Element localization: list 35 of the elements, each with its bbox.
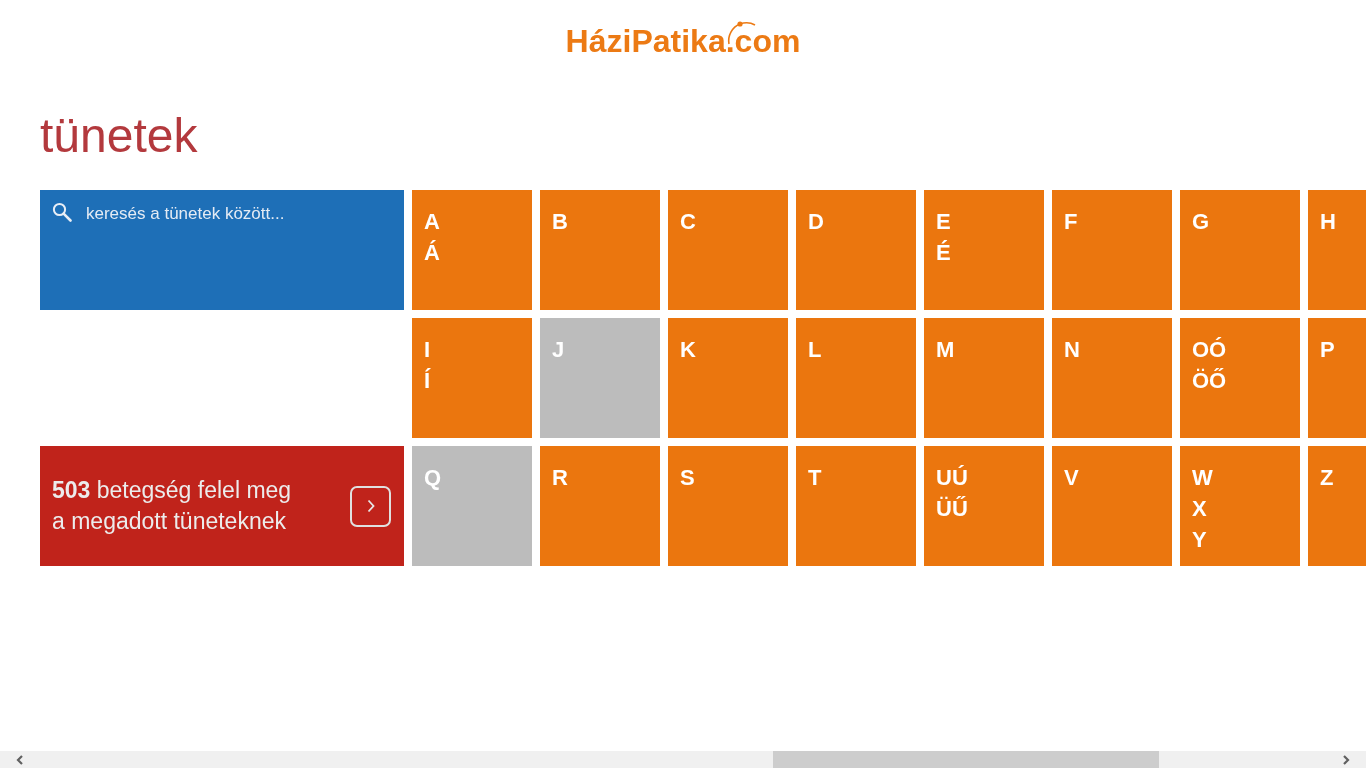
letter-tile[interactable]: G xyxy=(1180,190,1300,310)
letter-tile[interactable]: B xyxy=(540,190,660,310)
letter-tile[interactable]: E É xyxy=(924,190,1044,310)
letter-tile[interactable]: K xyxy=(668,318,788,438)
letter-tile[interactable]: N xyxy=(1052,318,1172,438)
letter-tile: Q xyxy=(412,446,532,566)
site-logo[interactable]: HáziPatika.com xyxy=(565,22,801,60)
next-button[interactable] xyxy=(350,485,391,527)
letter-tile[interactable]: A Á xyxy=(412,190,532,310)
letter-tile[interactable]: S xyxy=(668,446,788,566)
chevron-right-icon xyxy=(1342,754,1350,765)
letter-tile[interactable]: V xyxy=(1052,446,1172,566)
letter-tile[interactable]: H xyxy=(1308,190,1366,310)
search-field[interactable]: keresés a tünetek között... xyxy=(86,202,392,226)
chevron-right-icon xyxy=(366,499,375,513)
results-text: 503 betegség felel meg a megadott tüneteknek xyxy=(52,476,293,536)
letter-tile[interactable]: W X Y xyxy=(1180,446,1300,566)
letter-tile[interactable]: F xyxy=(1052,190,1172,310)
letter-tile[interactable]: L xyxy=(796,318,916,438)
letter-tile[interactable]: M xyxy=(924,318,1044,438)
letter-tile[interactable]: D xyxy=(796,190,916,310)
letter-tile[interactable]: C xyxy=(668,190,788,310)
letter-tile[interactable]: I Í xyxy=(412,318,532,438)
letter-tile[interactable]: T xyxy=(796,446,916,566)
letter-tile[interactable]: UÚ ÜŰ xyxy=(924,446,1044,566)
letter-tile[interactable]: R xyxy=(540,446,660,566)
scrollbar-thumb[interactable] xyxy=(773,751,1159,768)
letter-tile[interactable]: Z xyxy=(1308,446,1366,566)
chevron-left-icon xyxy=(16,754,24,765)
letter-tile: J xyxy=(540,318,660,438)
page-title: tünetek xyxy=(40,108,198,164)
letter-tile[interactable]: OÓ ÖŐ xyxy=(1180,318,1300,438)
letter-tile[interactable]: P xyxy=(1308,318,1366,438)
search-icon xyxy=(52,202,72,222)
horizontal-scrollbar[interactable] xyxy=(0,751,1366,768)
